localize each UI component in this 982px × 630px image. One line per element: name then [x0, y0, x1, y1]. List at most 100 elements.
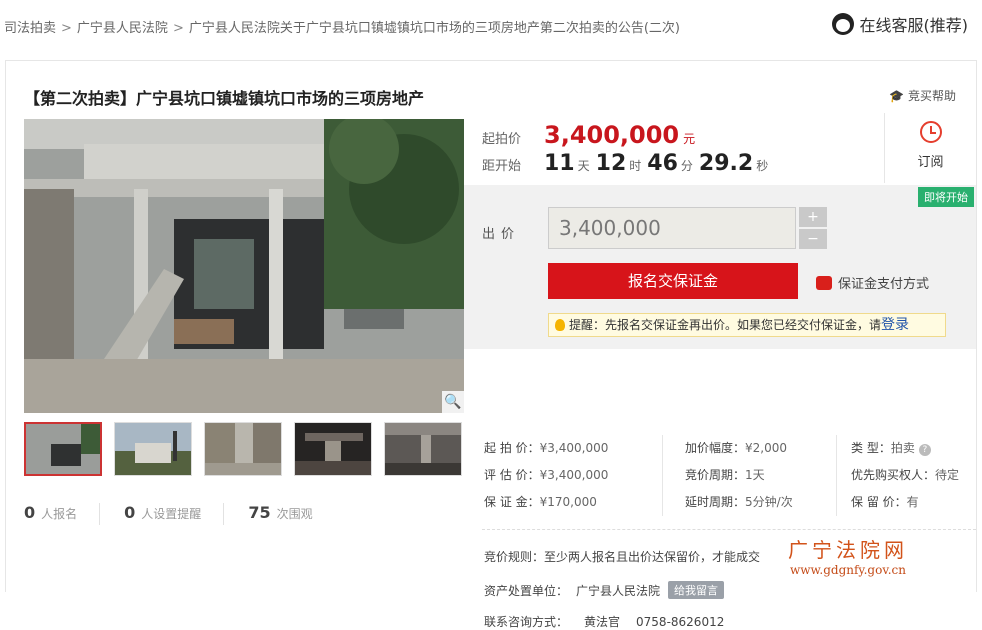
bid-label: 出价 — [482, 227, 521, 242]
detail-start-price: 起 拍 价：¥3,400,000 — [484, 435, 608, 462]
details-column-1: 起 拍 价：¥3,400,000 评 估 价：¥3,400,000 保 证 金：… — [484, 435, 608, 516]
bid-stepper: + − — [799, 207, 827, 249]
detail-value: 有 — [906, 495, 919, 509]
view-count-label: 次围观 — [276, 507, 313, 521]
bid-rule-text: 至少两人报名且出价达保留价，才能成交 — [544, 550, 761, 564]
bid-box: 即将开始 出价 3,400,000 + − 报名交保证金 保证金支付方式 提醒：… — [464, 185, 976, 349]
leave-message-button[interactable]: 给我留言 — [668, 581, 725, 599]
top-bar: 司法拍卖 > 广宁县人民法院 > 广宁县人民法院关于广宁县坑口镇墟镇坑口市场的三项房地产… — [0, 0, 982, 52]
bid-rule: 竞价规则：至少两人报名且出价达保留价，才能成交 — [484, 548, 760, 565]
countdown-days-unit: 天 — [577, 159, 590, 173]
bid-help-label: 竞买帮助 — [907, 89, 956, 103]
coins-icon — [816, 275, 832, 290]
signup-count: 0 — [24, 503, 36, 522]
contact-label: 联系咨询方式： — [484, 615, 569, 629]
section-divider — [482, 529, 976, 530]
auction-details: 起 拍 价：¥3,400,000 评 估 价：¥3,400,000 保 证 金：… — [464, 427, 976, 517]
thumbnail-5[interactable] — [384, 422, 462, 476]
help-question-icon[interactable]: ? — [918, 444, 931, 456]
detail-appraised-price: 评 估 价：¥3,400,000 — [484, 462, 608, 489]
breadcrumb-item-notice[interactable]: 广宁县人民法院关于广宁县坑口镇墟镇坑口市场的三项房地产第二次拍卖的公告(二次) — [189, 21, 680, 36]
disposal-unit: 资产处置单位： 广宁县人民法院 给我留言 — [484, 581, 725, 599]
bid-input[interactable]: 3,400,000 — [548, 207, 796, 249]
breadcrumb-item-court[interactable]: 广宁县人民法院 — [77, 21, 168, 36]
thumbnail-3-image — [205, 423, 281, 475]
detail-value: ¥2,000 — [745, 441, 788, 455]
increase-bid-button[interactable]: + — [799, 207, 827, 227]
breadcrumb-separator: > — [61, 21, 72, 36]
watermark-url: www.gdgnfy.gov.cn — [790, 563, 906, 577]
detail-value: ¥3,400,000 — [539, 468, 609, 482]
contact-info: 联系咨询方式： 黄法官 0758-8626012 — [484, 613, 740, 630]
breadcrumb-separator: > — [172, 21, 184, 36]
detail-key: 优先购买权人： — [851, 468, 936, 482]
signup-deposit-button[interactable]: 报名交保证金 — [548, 263, 798, 299]
thumbnail-1-image — [26, 424, 100, 474]
stats-divider — [99, 503, 101, 525]
view-count: 75 — [248, 503, 271, 522]
detail-type: 类 型：拍卖? — [837, 435, 959, 462]
online-service-link[interactable]: 在线客服(推荐) — [831, 12, 969, 36]
start-price-value: 3,400,000 — [544, 121, 680, 149]
tip-prefix: 提醒： — [569, 318, 606, 332]
breadcrumb-item-judicial-auction[interactable]: 司法拍卖 — [4, 21, 56, 36]
thumbnail-1[interactable] — [24, 422, 102, 476]
reminder-tip: 提醒：先报名交保证金再出价。如果您已经交付保证金，请登录 — [548, 313, 946, 337]
site-watermark: 广宁法院网 www.gdgnfy.gov.cn — [788, 534, 908, 577]
countdown-row: 距开始 11 天 12 时 46 分 29.2 秒 — [482, 151, 768, 176]
disposal-unit-name: 广宁县人民法院 — [576, 583, 661, 598]
contact-phone: 0758-8626012 — [636, 615, 725, 629]
auction-title: 【第二次拍卖】广宁县坑口镇墟镇坑口市场的三项房地产 — [24, 89, 425, 108]
countdown-minutes: 46 — [647, 151, 678, 176]
thumbnail-2-image — [115, 423, 191, 475]
countdown-hours: 12 — [595, 151, 627, 176]
detail-deposit: 保 证 金：¥170,000 — [484, 489, 608, 516]
details-column-2: 加价幅度：¥2,000 竞价周期：1天 延时周期：5分钟/次 — [662, 435, 793, 516]
customer-service-icon — [831, 13, 854, 35]
detail-extension-period: 延时周期：5分钟/次 — [663, 489, 793, 516]
deposit-payment-method-link[interactable]: 保证金支付方式 — [816, 273, 929, 292]
detail-key: 保 证 金： — [484, 495, 540, 509]
thumbnail-2[interactable] — [114, 422, 192, 476]
detail-key: 起 拍 价： — [484, 441, 540, 455]
disposal-unit-label: 资产处置单位： — [484, 583, 569, 598]
thumbnail-4[interactable] — [294, 422, 372, 476]
detail-key: 评 估 价： — [484, 468, 540, 482]
detail-bid-period: 竞价周期：1天 — [663, 462, 793, 489]
countdown-days: 11 — [544, 151, 575, 176]
countdown-label: 距开始 — [482, 159, 522, 174]
thumbnail-3[interactable] — [204, 422, 282, 476]
contact-name: 黄法官 — [584, 615, 621, 629]
deposit-payment-method-label: 保证金支付方式 — [838, 277, 930, 292]
zoom-icon[interactable]: 🔍 — [442, 391, 464, 413]
detail-key: 竞价周期： — [685, 468, 746, 482]
detail-key: 保 留 价： — [851, 495, 907, 509]
online-service-label: 在线客服(推荐) — [859, 16, 969, 35]
start-price-label: 起拍价 — [482, 132, 522, 147]
detail-priority-buyer: 优先购买权人：待定 — [837, 462, 959, 489]
thumbnail-strip — [24, 422, 462, 476]
decrease-bid-button[interactable]: − — [799, 229, 827, 249]
lightbulb-icon — [555, 319, 565, 331]
countdown-minutes-unit: 分 — [680, 159, 693, 173]
alarm-clock-icon — [919, 121, 942, 143]
detail-key: 类 型： — [851, 441, 891, 455]
details-column-3: 类 型：拍卖? 优先购买权人：待定 保 留 价：有 — [836, 435, 959, 516]
detail-increment: 加价幅度：¥2,000 — [663, 435, 793, 462]
reminder-count-label: 人设置提醒 — [141, 507, 202, 521]
tip-text: 先报名交保证金再出价。如果您已经交付保证金，请 — [605, 318, 882, 332]
property-photo-illustration — [24, 119, 464, 413]
detail-key: 加价幅度： — [685, 441, 746, 455]
detail-reserve-price: 保 留 价：有 — [837, 489, 959, 516]
detail-value: 1天 — [745, 468, 765, 482]
bid-rule-label: 竞价规则： — [484, 550, 545, 564]
watermark-name: 广宁法院网 — [788, 538, 908, 562]
countdown-seconds: 29.2 — [698, 151, 754, 176]
main-property-photo[interactable]: 🔍 — [24, 119, 464, 413]
reminder-count: 0 — [124, 503, 136, 522]
signup-count-label: 人报名 — [41, 507, 78, 521]
subscribe-button[interactable]: 订阅 — [884, 113, 976, 183]
login-link[interactable]: 登录 — [881, 317, 909, 333]
subscribe-label: 订阅 — [917, 155, 944, 170]
bid-help-link[interactable]: 🎓 竞买帮助 — [889, 87, 956, 104]
